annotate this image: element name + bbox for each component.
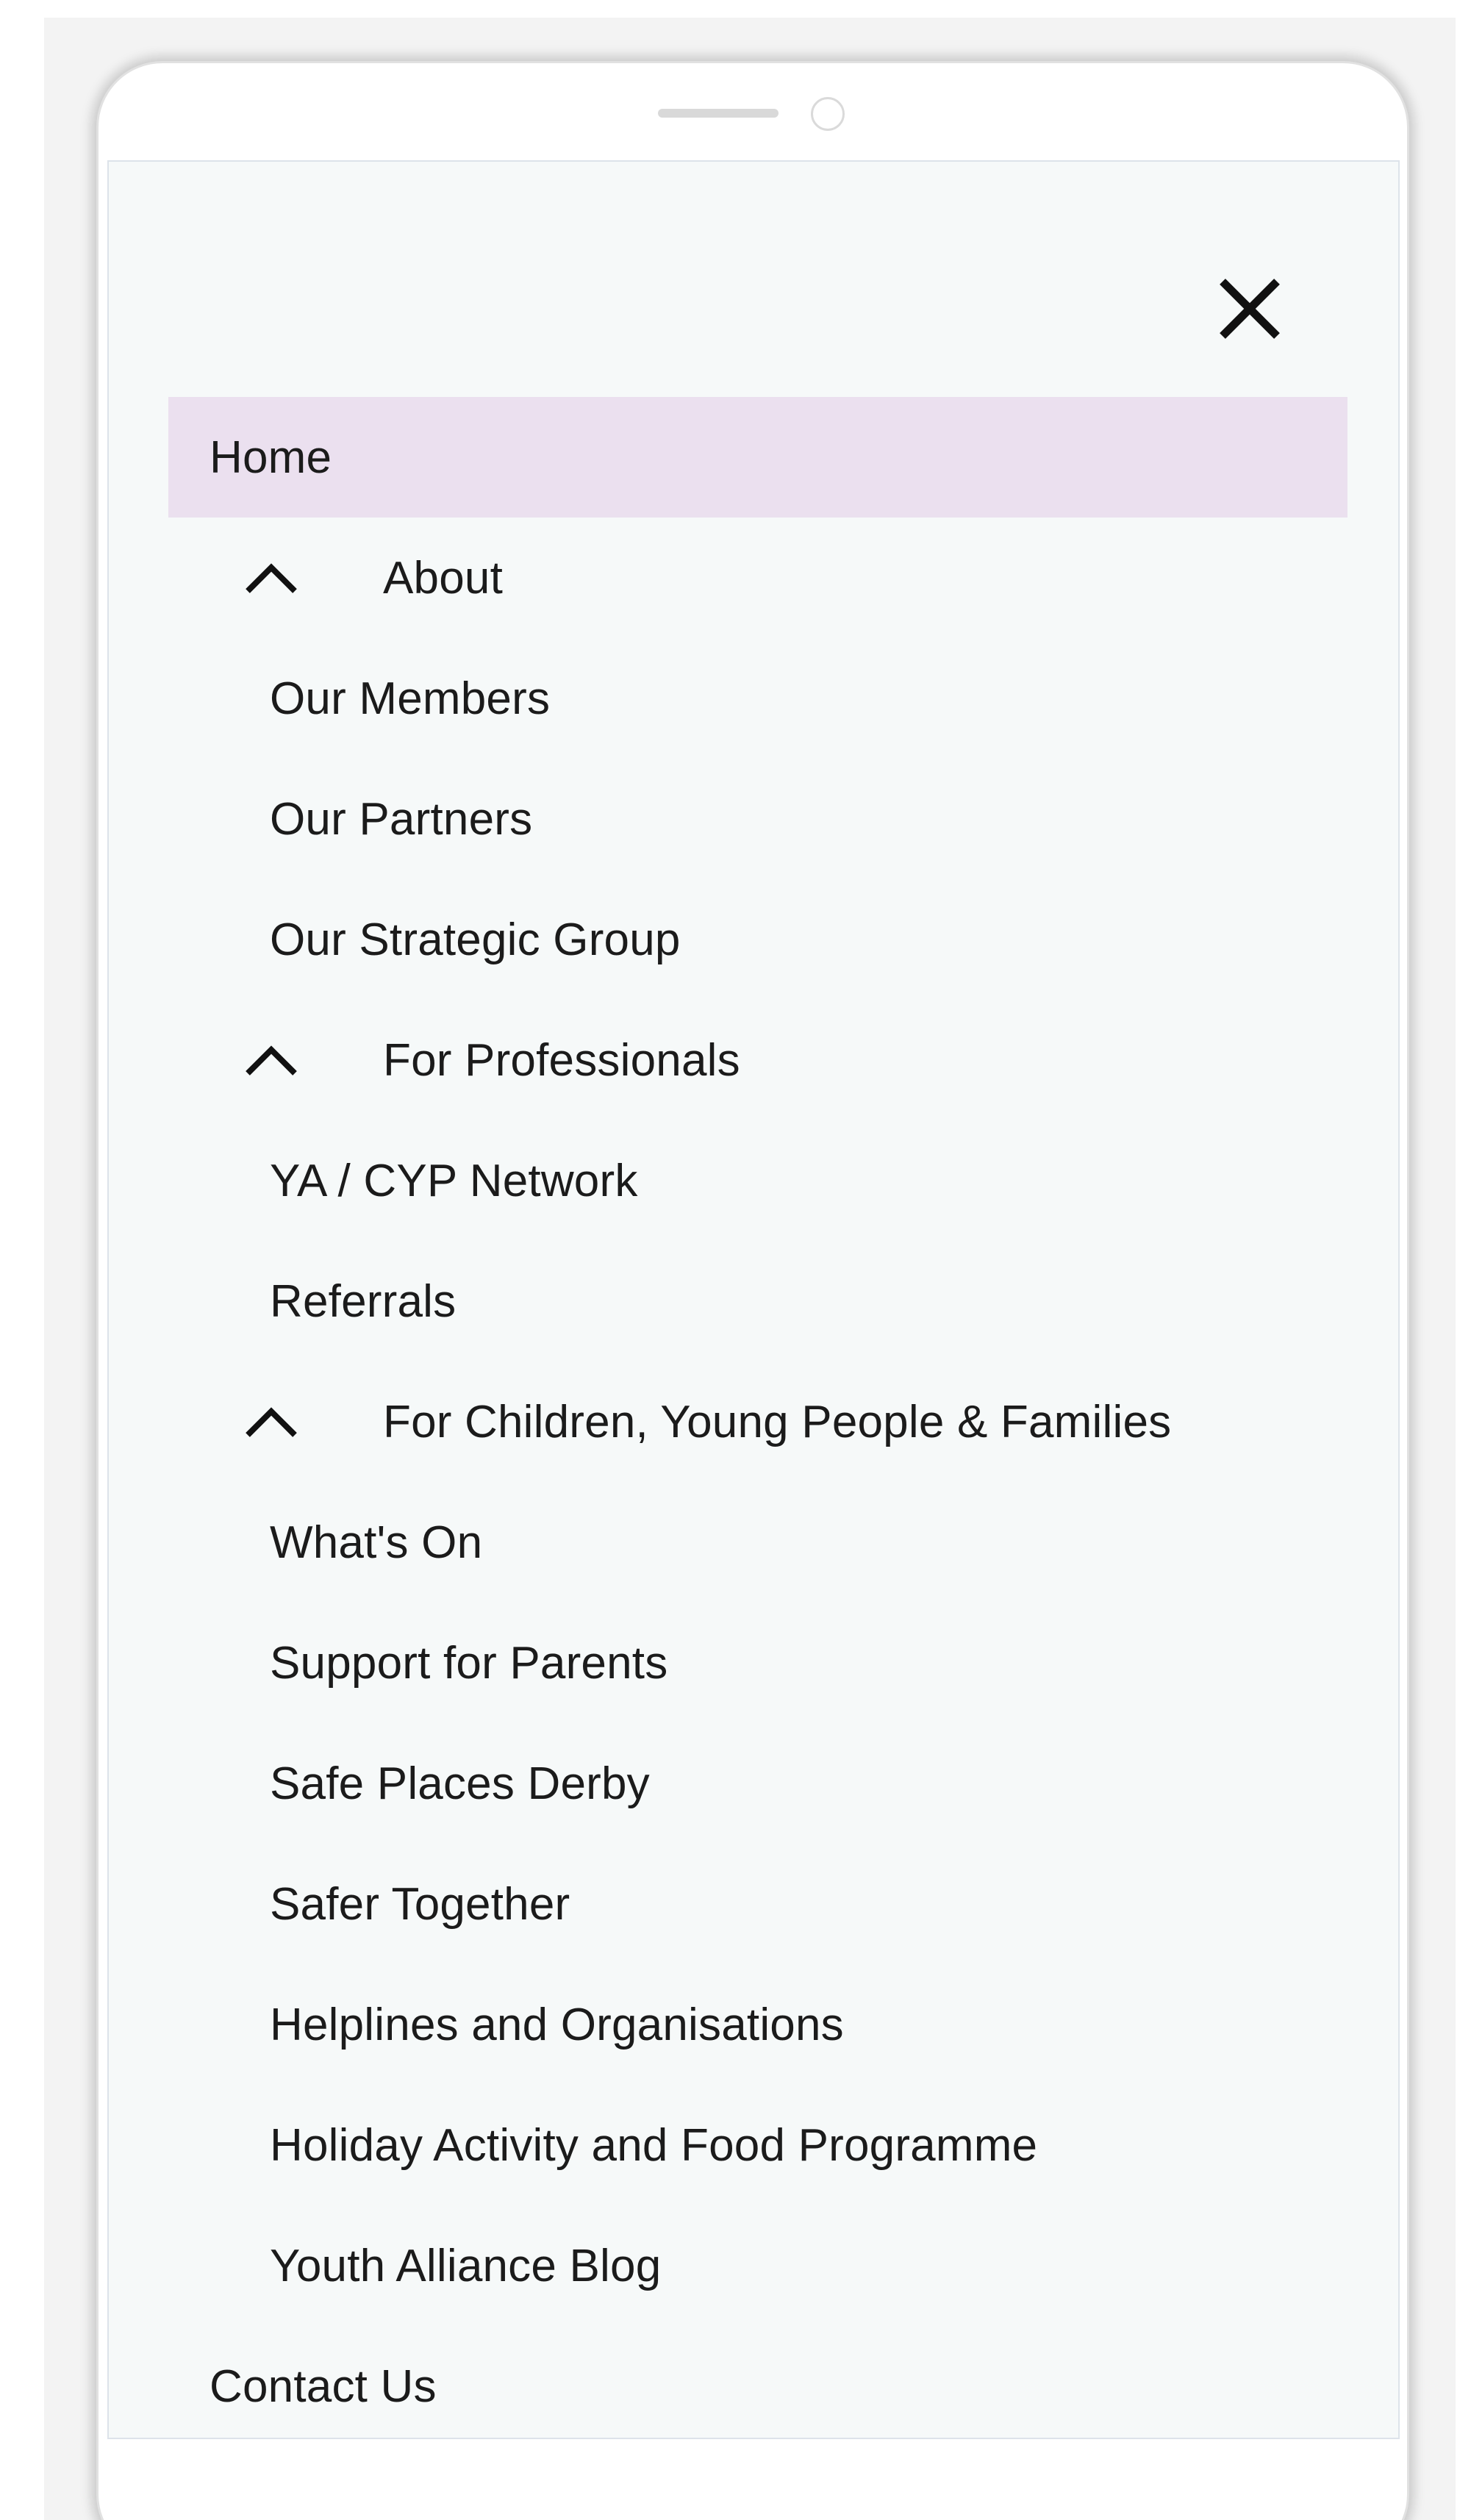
nav-section-label: For Children, Young People & Families: [383, 1396, 1172, 1447]
nav-item-home[interactable]: Home: [168, 397, 1347, 518]
nav-item-label: Our Partners: [270, 793, 533, 845]
nav-item-support-for-parents[interactable]: Support for Parents: [168, 1603, 1347, 1723]
nav-item-label: Contact Us: [210, 2360, 437, 2412]
nav-item-label: Our Strategic Group: [270, 914, 681, 965]
nav-item-helplines-and-organisations[interactable]: Helplines and Organisations: [168, 1964, 1347, 2085]
nav-section-label: About: [383, 552, 504, 604]
phone-speaker: [658, 109, 779, 118]
nav-item-label: Support for Parents: [270, 1637, 668, 1689]
nav-item-label: YA / CYP Network: [270, 1155, 638, 1206]
nav-item-label: Safe Places Derby: [270, 1758, 650, 1809]
nav-item-holiday-activity-and-food-programme[interactable]: Holiday Activity and Food Programme: [168, 2085, 1347, 2205]
chevron-up-icon[interactable]: [242, 556, 301, 600]
nav-item-referrals[interactable]: Referrals: [168, 1241, 1347, 1361]
close-icon: [1220, 279, 1280, 339]
phone-frame: Home About Our Members Our Partners Our …: [96, 61, 1409, 2520]
nav-item-label: Home: [210, 432, 332, 483]
nav-item-safer-together[interactable]: Safer Together: [168, 1844, 1347, 1964]
nav-section-about[interactable]: About: [168, 518, 1347, 638]
nav-section-label: For Professionals: [383, 1034, 740, 1086]
mobile-nav-screen: Home About Our Members Our Partners Our …: [107, 160, 1400, 2439]
chevron-up-icon[interactable]: [242, 1400, 301, 1444]
nav-section-for-children-young-people-families[interactable]: For Children, Young People & Families: [168, 1361, 1347, 1482]
nav-item-ya-cyp-network[interactable]: YA / CYP Network: [168, 1120, 1347, 1241]
nav-item-whats-on[interactable]: What's On: [168, 1482, 1347, 1603]
nav-section-for-professionals[interactable]: For Professionals: [168, 1000, 1347, 1120]
nav-item-youth-alliance-blog[interactable]: Youth Alliance Blog: [168, 2205, 1347, 2326]
nav-item-label: Youth Alliance Blog: [270, 2240, 662, 2291]
chevron-up-icon[interactable]: [242, 1038, 301, 1082]
nav-item-label: Safer Together: [270, 1878, 570, 1930]
nav-item-label: Holiday Activity and Food Programme: [270, 2119, 1038, 2171]
nav-item-label: Helplines and Organisations: [270, 1999, 844, 2050]
close-menu-button[interactable]: [1209, 268, 1290, 349]
phone-camera: [811, 97, 845, 131]
nav-item-our-members[interactable]: Our Members: [168, 638, 1347, 759]
nav-item-label: What's On: [270, 1517, 483, 1568]
nav-menu: Home About Our Members Our Partners Our …: [168, 397, 1347, 2446]
nav-item-our-partners[interactable]: Our Partners: [168, 759, 1347, 879]
nav-item-label: Referrals: [270, 1275, 457, 1327]
nav-item-our-strategic-group[interactable]: Our Strategic Group: [168, 879, 1347, 1000]
nav-item-safe-places-derby[interactable]: Safe Places Derby: [168, 1723, 1347, 1844]
nav-item-contact-us[interactable]: Contact Us: [168, 2326, 1347, 2446]
nav-item-label: Our Members: [270, 673, 551, 724]
